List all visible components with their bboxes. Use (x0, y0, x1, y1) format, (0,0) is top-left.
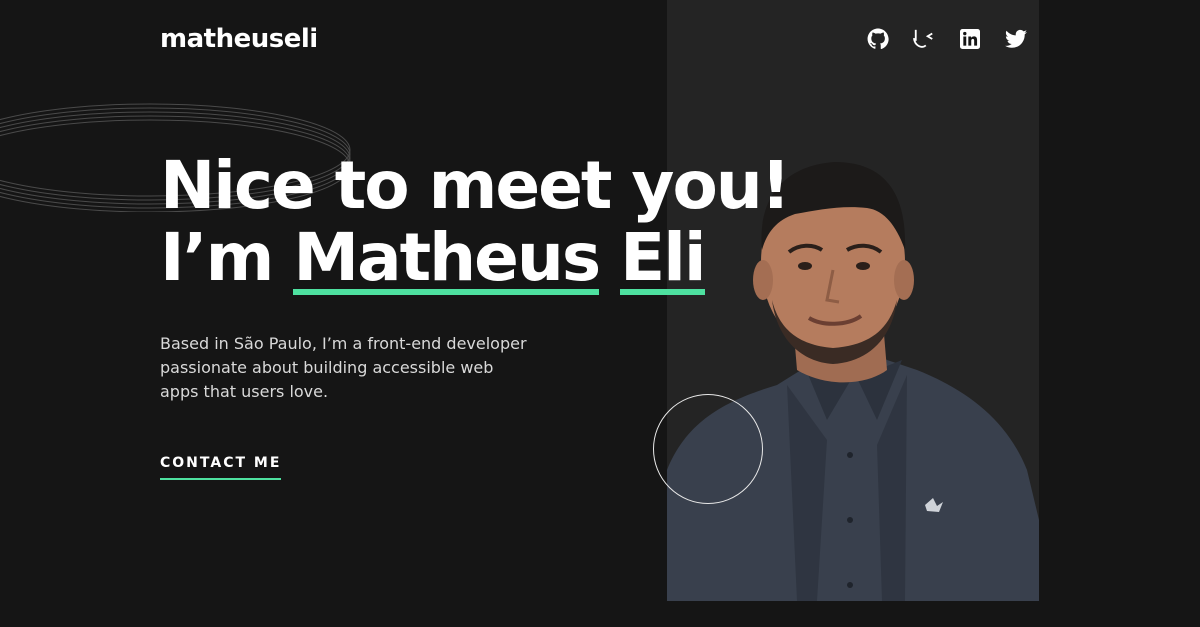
frontend-mentor-link[interactable] (912, 27, 936, 51)
headline-line-1: Nice to meet you! (160, 147, 791, 224)
frontend-mentor-icon (913, 29, 933, 48)
hero-headline: Nice to meet you! I’m Matheus Eli (160, 147, 791, 295)
twitter-link[interactable] (1004, 27, 1028, 51)
linkedin-icon (960, 29, 980, 49)
twitter-icon (1005, 29, 1027, 48)
site-logo[interactable]: matheuseli (160, 24, 318, 54)
profile-photo-panel (667, 0, 1039, 601)
social-links (866, 27, 1028, 51)
headline-prefix: I’m (160, 219, 274, 296)
linkedin-link[interactable] (958, 27, 982, 51)
name-first: Matheus (293, 219, 601, 296)
github-icon (867, 28, 889, 50)
contact-me-button[interactable]: CONTACT ME (160, 455, 282, 480)
profile-photo (667, 162, 1039, 601)
decorative-circle (653, 394, 763, 504)
name-last: Eli (620, 219, 707, 296)
github-link[interactable] (866, 27, 890, 51)
headline-line-2: I’m Matheus Eli (160, 222, 789, 295)
hero-description: Based in São Paulo, I’m a front-end deve… (160, 334, 527, 401)
